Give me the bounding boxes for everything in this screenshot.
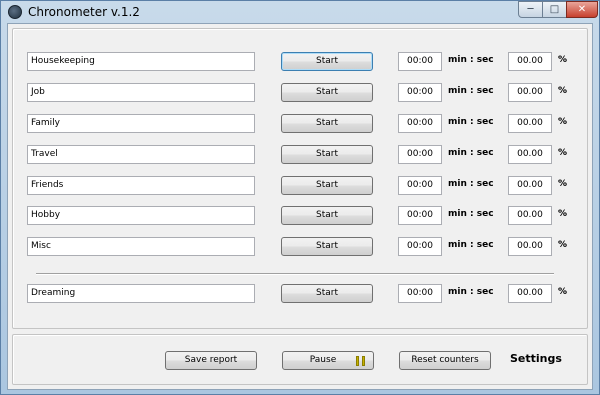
- maximize-button[interactable]: □: [542, 1, 567, 18]
- time-field[interactable]: 00:00: [398, 52, 442, 71]
- time-unit-label: min : sec: [448, 86, 494, 96]
- activity-name-field[interactable]: Family: [27, 114, 255, 133]
- pause-button-label: Pause: [309, 355, 337, 365]
- save-report-button[interactable]: Save report: [165, 351, 257, 370]
- activity-row-friends: Friends Start 00:00 min : sec 00.00 %: [13, 176, 589, 196]
- time-field[interactable]: 00:00: [398, 83, 442, 102]
- percent-sign: %: [558, 86, 568, 96]
- percent-field[interactable]: 00.00: [508, 114, 552, 133]
- activity-name-field[interactable]: Travel: [27, 145, 255, 164]
- time-unit-label: min : sec: [448, 287, 494, 297]
- minimize-button[interactable]: ─: [518, 1, 543, 18]
- row-separator: [36, 273, 554, 275]
- activity-row-housekeeping: Housekeeping Start 00:00 min : sec 00.00…: [13, 52, 589, 72]
- percent-field[interactable]: 00.00: [508, 52, 552, 71]
- time-unit-label: min : sec: [448, 240, 494, 250]
- activity-row-misc: Misc Start 00:00 min : sec 00.00 %: [13, 237, 589, 257]
- controls-panel: Save report Pause Reset counters Setting…: [12, 334, 588, 385]
- time-field[interactable]: 00:00: [398, 176, 442, 195]
- pause-button[interactable]: Pause: [282, 351, 374, 370]
- percent-sign: %: [558, 209, 568, 219]
- time-field[interactable]: 00:00: [398, 206, 442, 225]
- activity-name-field[interactable]: Hobby: [27, 206, 255, 225]
- window-title: Chronometer v.1.2: [28, 5, 140, 19]
- activity-row-hobby: Hobby Start 00:00 min : sec 00.00 %: [13, 206, 589, 226]
- time-field[interactable]: 00:00: [398, 145, 442, 164]
- time-field[interactable]: 00:00: [398, 237, 442, 256]
- start-button[interactable]: Start: [281, 145, 373, 164]
- activity-name-field[interactable]: Misc: [27, 237, 255, 256]
- percent-field[interactable]: 00.00: [508, 206, 552, 225]
- title-bar[interactable]: Chronometer v.1.2 ─ □ ✕: [1, 1, 599, 23]
- percent-sign: %: [558, 179, 568, 189]
- activity-row-travel: Travel Start 00:00 min : sec 00.00 %: [13, 145, 589, 165]
- activity-name-field[interactable]: Job: [27, 83, 255, 102]
- percent-sign: %: [558, 55, 568, 65]
- start-button[interactable]: Start: [281, 284, 373, 303]
- activity-row-family: Family Start 00:00 min : sec 00.00 %: [13, 114, 589, 134]
- start-button[interactable]: Start: [281, 206, 373, 225]
- percent-sign: %: [558, 287, 568, 297]
- percent-field[interactable]: 00.00: [508, 83, 552, 102]
- start-button[interactable]: Start: [281, 83, 373, 102]
- percent-field[interactable]: 00.00: [508, 237, 552, 256]
- time-unit-label: min : sec: [448, 179, 494, 189]
- close-button[interactable]: ✕: [566, 1, 598, 18]
- activity-name-field[interactable]: Friends: [27, 176, 255, 195]
- time-unit-label: min : sec: [448, 117, 494, 127]
- activities-panel: Housekeeping Start 00:00 min : sec 00.00…: [12, 28, 588, 329]
- activity-name-field[interactable]: Dreaming: [27, 284, 255, 303]
- activity-name-field[interactable]: Housekeeping: [27, 52, 255, 71]
- percent-sign: %: [558, 148, 568, 158]
- time-unit-label: min : sec: [448, 148, 494, 158]
- percent-field[interactable]: 00.00: [508, 176, 552, 195]
- start-button[interactable]: Start: [281, 176, 373, 195]
- time-unit-label: min : sec: [448, 209, 494, 219]
- reset-counters-button[interactable]: Reset counters: [399, 351, 491, 370]
- app-window: Chronometer v.1.2 ─ □ ✕ Housekeeping Sta…: [0, 0, 600, 395]
- start-button[interactable]: Start: [281, 114, 373, 133]
- activity-row-job: Job Start 00:00 min : sec 00.00 %: [13, 83, 589, 103]
- percent-sign: %: [558, 117, 568, 127]
- percent-field[interactable]: 00.00: [508, 145, 552, 164]
- percent-field[interactable]: 00.00: [508, 284, 552, 303]
- start-button[interactable]: Start: [281, 52, 373, 71]
- start-button[interactable]: Start: [281, 237, 373, 256]
- chronometer-app-icon: [8, 5, 22, 19]
- time-field[interactable]: 00:00: [398, 114, 442, 133]
- percent-sign: %: [558, 240, 568, 250]
- pause-icon: [356, 356, 365, 366]
- settings-link[interactable]: Settings: [510, 352, 562, 365]
- time-unit-label: min : sec: [448, 55, 494, 65]
- time-field[interactable]: 00:00: [398, 284, 442, 303]
- activity-row-dreaming: Dreaming Start 00:00 min : sec 00.00 %: [13, 284, 589, 304]
- client-area: Housekeeping Start 00:00 min : sec 00.00…: [7, 23, 593, 390]
